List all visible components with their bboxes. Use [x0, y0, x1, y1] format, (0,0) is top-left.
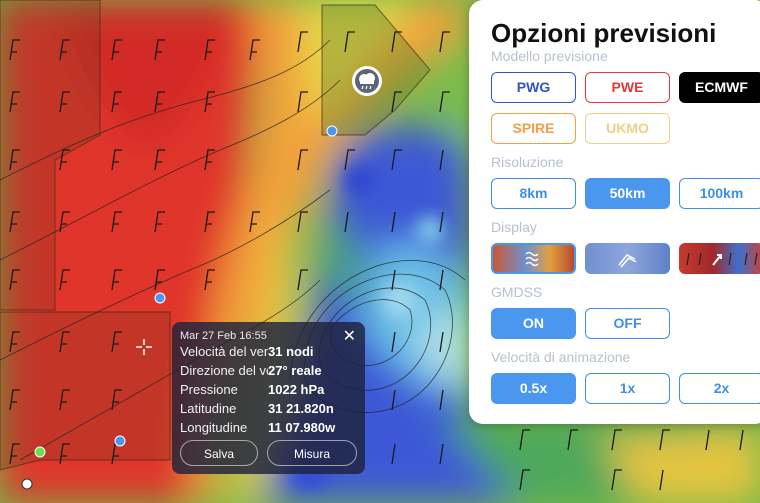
- model-option-ecmwf[interactable]: ECMWF: [679, 72, 760, 103]
- section-label-model: Modello previsione: [491, 48, 608, 64]
- wind-info-popup: Mar 27 Feb 16:55 ✕ Velocità del vento 31…: [172, 322, 365, 474]
- measure-button[interactable]: Misura: [267, 440, 357, 466]
- popup-row-pressure: Pressione 1022 hPa: [180, 380, 357, 399]
- popup-label: Velocità del vento: [180, 344, 268, 359]
- popup-datetime: Mar 27 Feb 16:55: [180, 330, 267, 342]
- popup-label: Direzione del vento: [180, 363, 268, 378]
- resolution-option-50km[interactable]: 50km: [585, 178, 670, 209]
- popup-row-wind-direction: Direzione del vento 27° reale: [180, 361, 357, 380]
- speed-option-1x[interactable]: 1x: [585, 373, 670, 404]
- speed-option-2x[interactable]: 2x: [679, 373, 760, 404]
- section-label-display: Display: [491, 219, 537, 235]
- popup-value: 31 nodi: [268, 344, 314, 359]
- popup-label: Longitudine: [180, 420, 248, 435]
- save-button[interactable]: Salva: [180, 440, 258, 466]
- resolution-option-100km[interactable]: 100km: [679, 178, 760, 209]
- popup-value: 11 07.980w: [268, 420, 336, 435]
- model-option-pwg[interactable]: PWG: [491, 72, 576, 103]
- close-icon[interactable]: ✕: [343, 326, 356, 346]
- rain-cloud-icon[interactable]: [352, 66, 382, 96]
- gmdss-on-toggle[interactable]: ON: [491, 308, 576, 339]
- popup-value: 1022 hPa: [268, 382, 325, 397]
- display-option-swell-icon[interactable]: [585, 243, 670, 274]
- display-option-wind-icon[interactable]: [679, 243, 760, 274]
- model-option-pwe[interactable]: PWE: [585, 72, 670, 103]
- speed-option-0-5x[interactable]: 0.5x: [491, 373, 576, 404]
- display-option-wave-icon[interactable]: [491, 243, 576, 274]
- panel-title: Opzioni previsioni: [491, 18, 717, 48]
- popup-value: 27° reale: [268, 363, 322, 378]
- forecast-options-panel: Opzioni previsioni Modello previsione PW…: [469, 0, 760, 424]
- popup-label: Latitudine: [180, 401, 237, 416]
- resolution-option-8km[interactable]: 8km: [491, 178, 576, 209]
- section-label-gmdss: GMDSS: [491, 284, 543, 300]
- gmdss-off-toggle[interactable]: OFF: [585, 308, 670, 339]
- section-label-resolution: Risoluzione: [491, 154, 564, 170]
- popup-value: 31 21.820n: [268, 401, 334, 416]
- model-option-spire[interactable]: SPIRE: [491, 113, 576, 144]
- popup-row-wind-speed: Velocità del vento 31 nodi: [180, 342, 357, 361]
- section-label-animation-speed: Velocità di animazione: [491, 349, 631, 365]
- model-option-ukmo[interactable]: UKMO: [585, 113, 670, 144]
- popup-label: Pressione: [180, 382, 238, 397]
- popup-row-latitude: Latitudine 31 21.820n: [180, 399, 357, 418]
- popup-row-longitude: Longitudine 11 07.980w: [180, 418, 357, 437]
